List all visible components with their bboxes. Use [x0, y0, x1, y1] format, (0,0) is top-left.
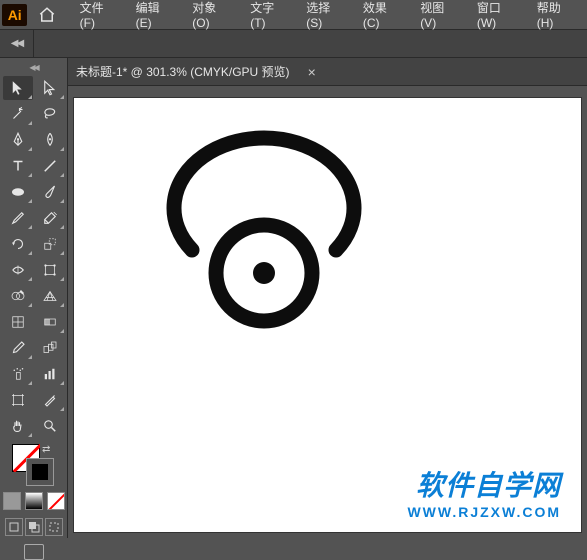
- swap-fill-stroke-icon[interactable]: ⇄: [42, 444, 50, 455]
- mesh-tool[interactable]: [3, 310, 33, 334]
- close-icon[interactable]: ×: [308, 64, 316, 80]
- shaper-tool[interactable]: [3, 206, 33, 230]
- paintbrush-tool[interactable]: [35, 180, 65, 204]
- line-segment-tool[interactable]: [35, 154, 65, 178]
- color-button[interactable]: [3, 492, 21, 510]
- scale-tool[interactable]: [35, 232, 65, 256]
- watermark-url: WWW.RJZXW.COM: [407, 504, 561, 520]
- watermark-title: 软件自学网: [407, 464, 561, 504]
- app-logo: Ai: [2, 4, 27, 26]
- symbol-sprayer-tool[interactable]: [3, 362, 33, 386]
- eyedropper-tool[interactable]: [3, 336, 33, 360]
- direct-selection-tool[interactable]: [35, 76, 65, 100]
- hand-tool[interactable]: [3, 414, 33, 438]
- screen-mode-row: [2, 544, 65, 560]
- home-icon[interactable]: [31, 3, 62, 27]
- eraser-tool[interactable]: [35, 206, 65, 230]
- main-menu: 文件(F) 编辑(E) 对象(O) 文字(T) 选择(S) 效果(C) 视图(V…: [71, 0, 585, 35]
- draw-normal[interactable]: [5, 518, 23, 536]
- gradient-tool[interactable]: [35, 310, 65, 334]
- perspective-grid-tool[interactable]: [35, 284, 65, 308]
- app-menubar: Ai 文件(F) 编辑(E) 对象(O) 文字(T) 选择(S) 效果(C) 视…: [0, 0, 587, 30]
- column-graph-tool[interactable]: [35, 362, 65, 386]
- width-tool[interactable]: [3, 258, 33, 282]
- menu-select[interactable]: 选择(S): [297, 0, 354, 35]
- document-tab-label: 未标题-1* @ 301.3% (CMYK/GPU 预览): [76, 63, 290, 80]
- menu-window[interactable]: 窗口(W): [468, 0, 528, 35]
- shape-builder-tool[interactable]: [3, 284, 33, 308]
- menu-file[interactable]: 文件(F): [71, 0, 127, 35]
- gradient-button[interactable]: [25, 492, 43, 510]
- menu-effect[interactable]: 效果(C): [354, 0, 411, 35]
- menu-edit[interactable]: 编辑(E): [127, 0, 184, 35]
- chevron-left-icon: ◀◀: [11, 38, 22, 49]
- canvas-viewport[interactable]: 软件自学网 WWW.RJZXW.COM: [68, 86, 587, 538]
- menu-view[interactable]: 视图(V): [411, 0, 468, 35]
- lasso-tool[interactable]: [35, 102, 65, 126]
- type-tool[interactable]: [3, 154, 33, 178]
- blend-tool[interactable]: [35, 336, 65, 360]
- selection-tool[interactable]: [3, 76, 33, 100]
- menu-help[interactable]: 帮助(H): [528, 0, 585, 35]
- document-tab[interactable]: 未标题-1* @ 301.3% (CMYK/GPU 预览) ×: [68, 58, 587, 86]
- curvature-tool[interactable]: [35, 128, 65, 152]
- menu-object[interactable]: 对象(O): [183, 0, 241, 35]
- panel-toggle[interactable]: ◀◀: [0, 30, 34, 57]
- screen-mode[interactable]: [24, 544, 44, 560]
- tools-panel: ◀◀: [0, 58, 68, 538]
- draw-inside[interactable]: [45, 518, 63, 536]
- free-transform-tool[interactable]: [35, 258, 65, 282]
- none-button[interactable]: [47, 492, 65, 510]
- watermark: 软件自学网 WWW.RJZXW.COM: [407, 464, 561, 520]
- artboard-tool[interactable]: [3, 388, 33, 412]
- document-area: 未标题-1* @ 301.3% (CMYK/GPU 预览) × 软件自学网 WW…: [68, 58, 587, 538]
- fill-stroke-control[interactable]: ⇄: [2, 444, 65, 488]
- color-mode-row: [2, 492, 65, 510]
- artboard[interactable]: 软件自学网 WWW.RJZXW.COM: [74, 98, 581, 532]
- magic-wand-tool[interactable]: [3, 102, 33, 126]
- draw-mode-row: [2, 518, 65, 536]
- vector-artwork: [164, 128, 384, 348]
- rotate-tool[interactable]: [3, 232, 33, 256]
- pen-tool[interactable]: [3, 128, 33, 152]
- zoom-tool[interactable]: [35, 414, 65, 438]
- draw-behind[interactable]: [25, 518, 43, 536]
- stroke-swatch[interactable]: [26, 458, 54, 486]
- menu-type[interactable]: 文字(T): [241, 0, 297, 35]
- panel-collapse-icon[interactable]: ◀◀: [2, 62, 65, 72]
- ellipse-tool[interactable]: [3, 180, 33, 204]
- slice-tool[interactable]: [35, 388, 65, 412]
